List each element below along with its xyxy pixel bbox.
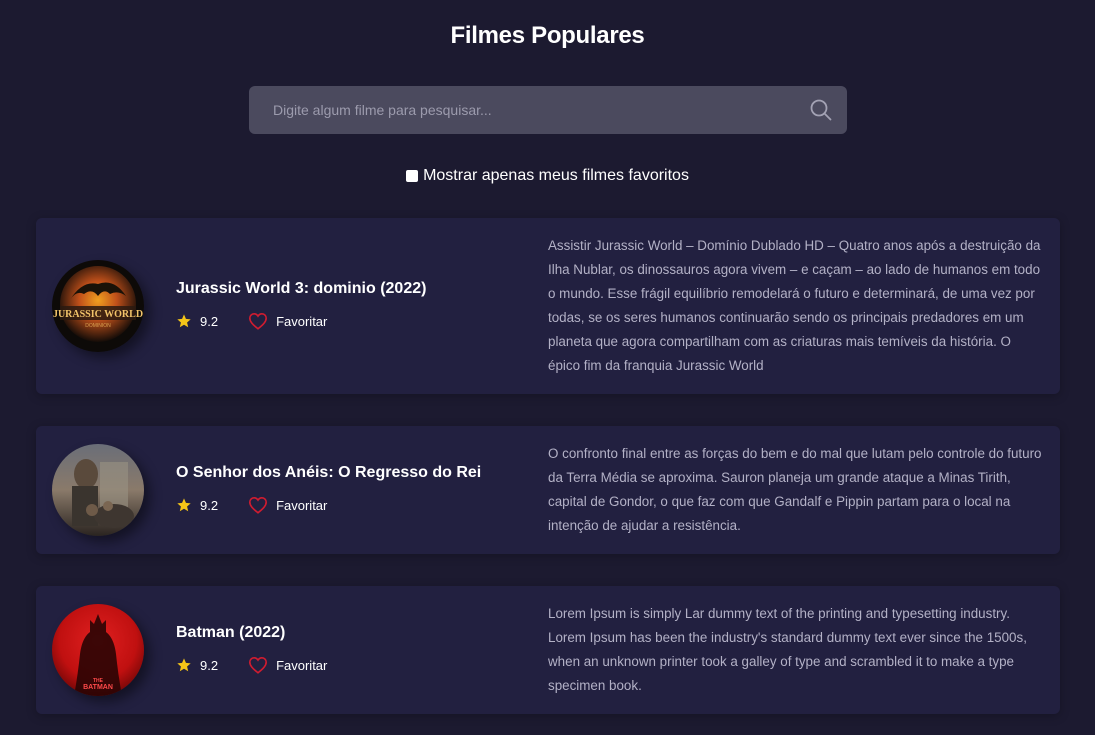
movie-info: Jurassic World 3: dominio (2022) 9.2 Fav…	[176, 280, 536, 330]
favorite-button[interactable]: Favoritar	[248, 496, 327, 514]
movie-meta: 9.2 Favoritar	[176, 312, 536, 330]
movie-title: O Senhor dos Anéis: O Regresso do Rei	[176, 464, 482, 481]
favorites-checkbox[interactable]	[406, 170, 419, 182]
rating-value: 9.2	[200, 313, 219, 329]
star-icon	[177, 658, 191, 672]
favorite-label: Favoritar	[276, 497, 328, 513]
rating-value: 9.2	[200, 657, 219, 673]
movie-rating: 9.2	[176, 313, 218, 329]
page: Filmes Populares Mostrar apenas meus fil…	[0, 0, 1095, 735]
search-bar	[249, 86, 847, 134]
movie-title: Batman (2022)	[176, 624, 286, 641]
movie-card: O Senhor dos Anéis: O Regresso do Rei 9.…	[36, 426, 1060, 554]
movie-card: THE BATMAN Batman (2022) 9.2 Favoritar L…	[36, 586, 1060, 714]
movie-rating: 9.2	[176, 497, 218, 513]
svg-text:BATMAN: BATMAN	[83, 684, 113, 691]
movie-description: O confronto final entre as forças do bem…	[548, 446, 1042, 533]
movie-rating: 9.2	[176, 657, 218, 673]
favorite-button[interactable]: Favoritar	[248, 656, 327, 674]
heart-icon[interactable]	[248, 656, 268, 674]
favorite-button[interactable]: Favoritar	[248, 312, 327, 330]
movie-poster: THE BATMAN	[52, 604, 144, 696]
star-icon	[177, 314, 191, 328]
movie-poster	[52, 444, 144, 536]
search-input[interactable]	[249, 86, 789, 134]
favorites-filter-label: Mostrar apenas meus filmes favoritos	[423, 167, 689, 184]
heart-icon[interactable]	[248, 312, 268, 330]
search-icon[interactable]	[809, 98, 833, 122]
movie-meta: 9.2 Favoritar	[176, 496, 536, 514]
star-icon	[177, 498, 191, 512]
svg-text:DOMINION: DOMINION	[85, 323, 111, 329]
svg-text:JURASSIC WORLD: JURASSIC WORLD	[53, 309, 143, 320]
movie-description: Assistir Jurassic World – Domínio Dublad…	[548, 238, 1041, 373]
movie-info: Batman (2022) 9.2 Favoritar	[176, 624, 536, 674]
heart-icon[interactable]	[248, 496, 268, 514]
movie-info: O Senhor dos Anéis: O Regresso do Rei 9.…	[176, 464, 536, 514]
movie-poster: JURASSIC WORLD DOMINION	[52, 260, 144, 352]
favorites-filter[interactable]: Mostrar apenas meus filmes favoritos	[0, 167, 1095, 185]
movie-title: Jurassic World 3: dominio (2022)	[176, 280, 427, 297]
movie-meta: 9.2 Favoritar	[176, 656, 536, 674]
favorite-label: Favoritar	[276, 313, 328, 329]
movie-description: Lorem Ipsum is simply Lar dummy text of …	[548, 606, 1027, 693]
rating-value: 9.2	[200, 497, 219, 513]
page-title: Filmes Populares	[450, 22, 645, 49]
movie-card: JURASSIC WORLD DOMINION Jurassic World 3…	[36, 218, 1060, 394]
favorite-label: Favoritar	[276, 657, 328, 673]
